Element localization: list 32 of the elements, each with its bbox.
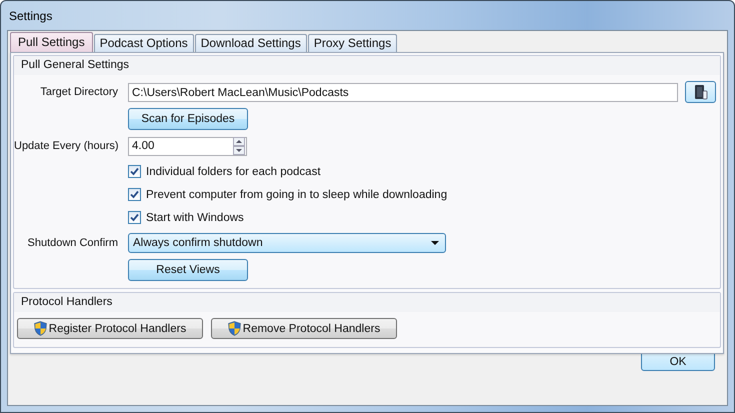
shutdown-dropdown[interactable]: Always confirm shutdown [128,233,446,253]
field-label: Update Every (hours) [14,140,119,152]
checkbox-label: Individual folders for each podcast [146,166,321,178]
field-label: Shutdown Confirm [28,237,118,249]
tab[interactable]: Download Settings [194,34,307,52]
spinner-value: 4.00 [132,138,154,154]
checkbox[interactable] [128,211,141,224]
hours-spinner[interactable]: 4.00 [128,136,247,156]
browse-button[interactable] [685,81,716,103]
tab[interactable]: Pull Settings [10,32,93,52]
shield-icon [228,321,241,336]
group-title: Pull General Settings [14,56,720,75]
scan-button[interactable]: Scan for Episodes [128,108,248,130]
tab[interactable]: Podcast Options [94,34,194,52]
spin-arrows-icon[interactable] [233,137,245,155]
dropdown-value: Always confirm shutdown [133,237,263,249]
checkbox-label: Prevent computer from going in to sleep while downloading [146,188,448,200]
shield-icon [34,321,47,336]
caret-icon [431,241,439,245]
checkbox[interactable] [128,165,141,178]
protocol-button[interactable]: Register Protocol Handlers [17,318,203,339]
window-title: Settings [9,8,52,22]
reset-views-button[interactable]: Reset Views [128,259,248,281]
checkbox[interactable] [128,188,141,201]
directory-field[interactable]: C:\Users\Robert MacLean\Music\Podcasts [128,82,678,102]
protocol-button[interactable]: Remove Protocol Handlers [211,318,397,339]
group-title: Protocol Handlers [14,293,720,312]
ok-button[interactable]: OK [641,353,715,371]
checkbox-label: Start with Windows [146,212,244,224]
field-label: Target Directory [40,86,118,98]
folder-icon [694,84,708,100]
tab[interactable]: Proxy Settings [308,34,398,52]
